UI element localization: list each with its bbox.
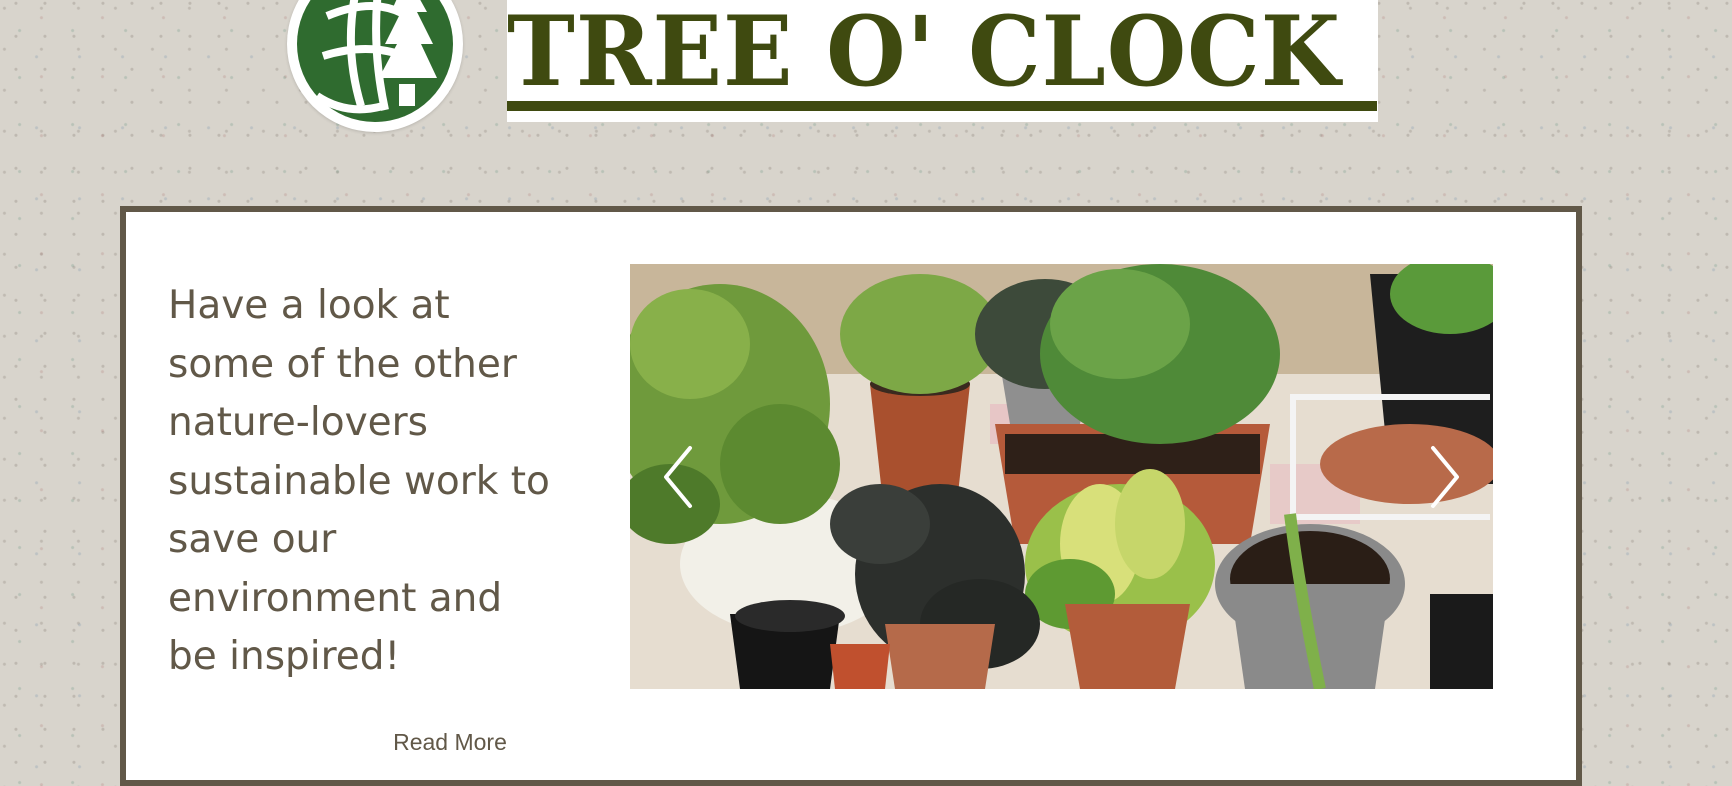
gallery-slideshow[interactable] (630, 264, 1493, 689)
logo[interactable] (287, 0, 463, 132)
gallery-next-button[interactable] (1425, 442, 1465, 512)
brand-banner[interactable]: TREE O' CLOCK (507, 0, 1378, 122)
chevron-right-icon (1431, 446, 1459, 508)
gallery-prev-button[interactable] (658, 442, 698, 512)
brand-underline (507, 101, 1377, 111)
read-more-link[interactable]: Read More (320, 722, 580, 762)
chevron-left-icon (664, 446, 692, 508)
brand-title: TREE O' CLOCK (507, 0, 1341, 108)
tree-globe-logo-icon (297, 0, 453, 122)
potted-plants-image (630, 264, 1493, 689)
intro-headline: Have a look at some of the other nature-… (168, 283, 550, 679)
